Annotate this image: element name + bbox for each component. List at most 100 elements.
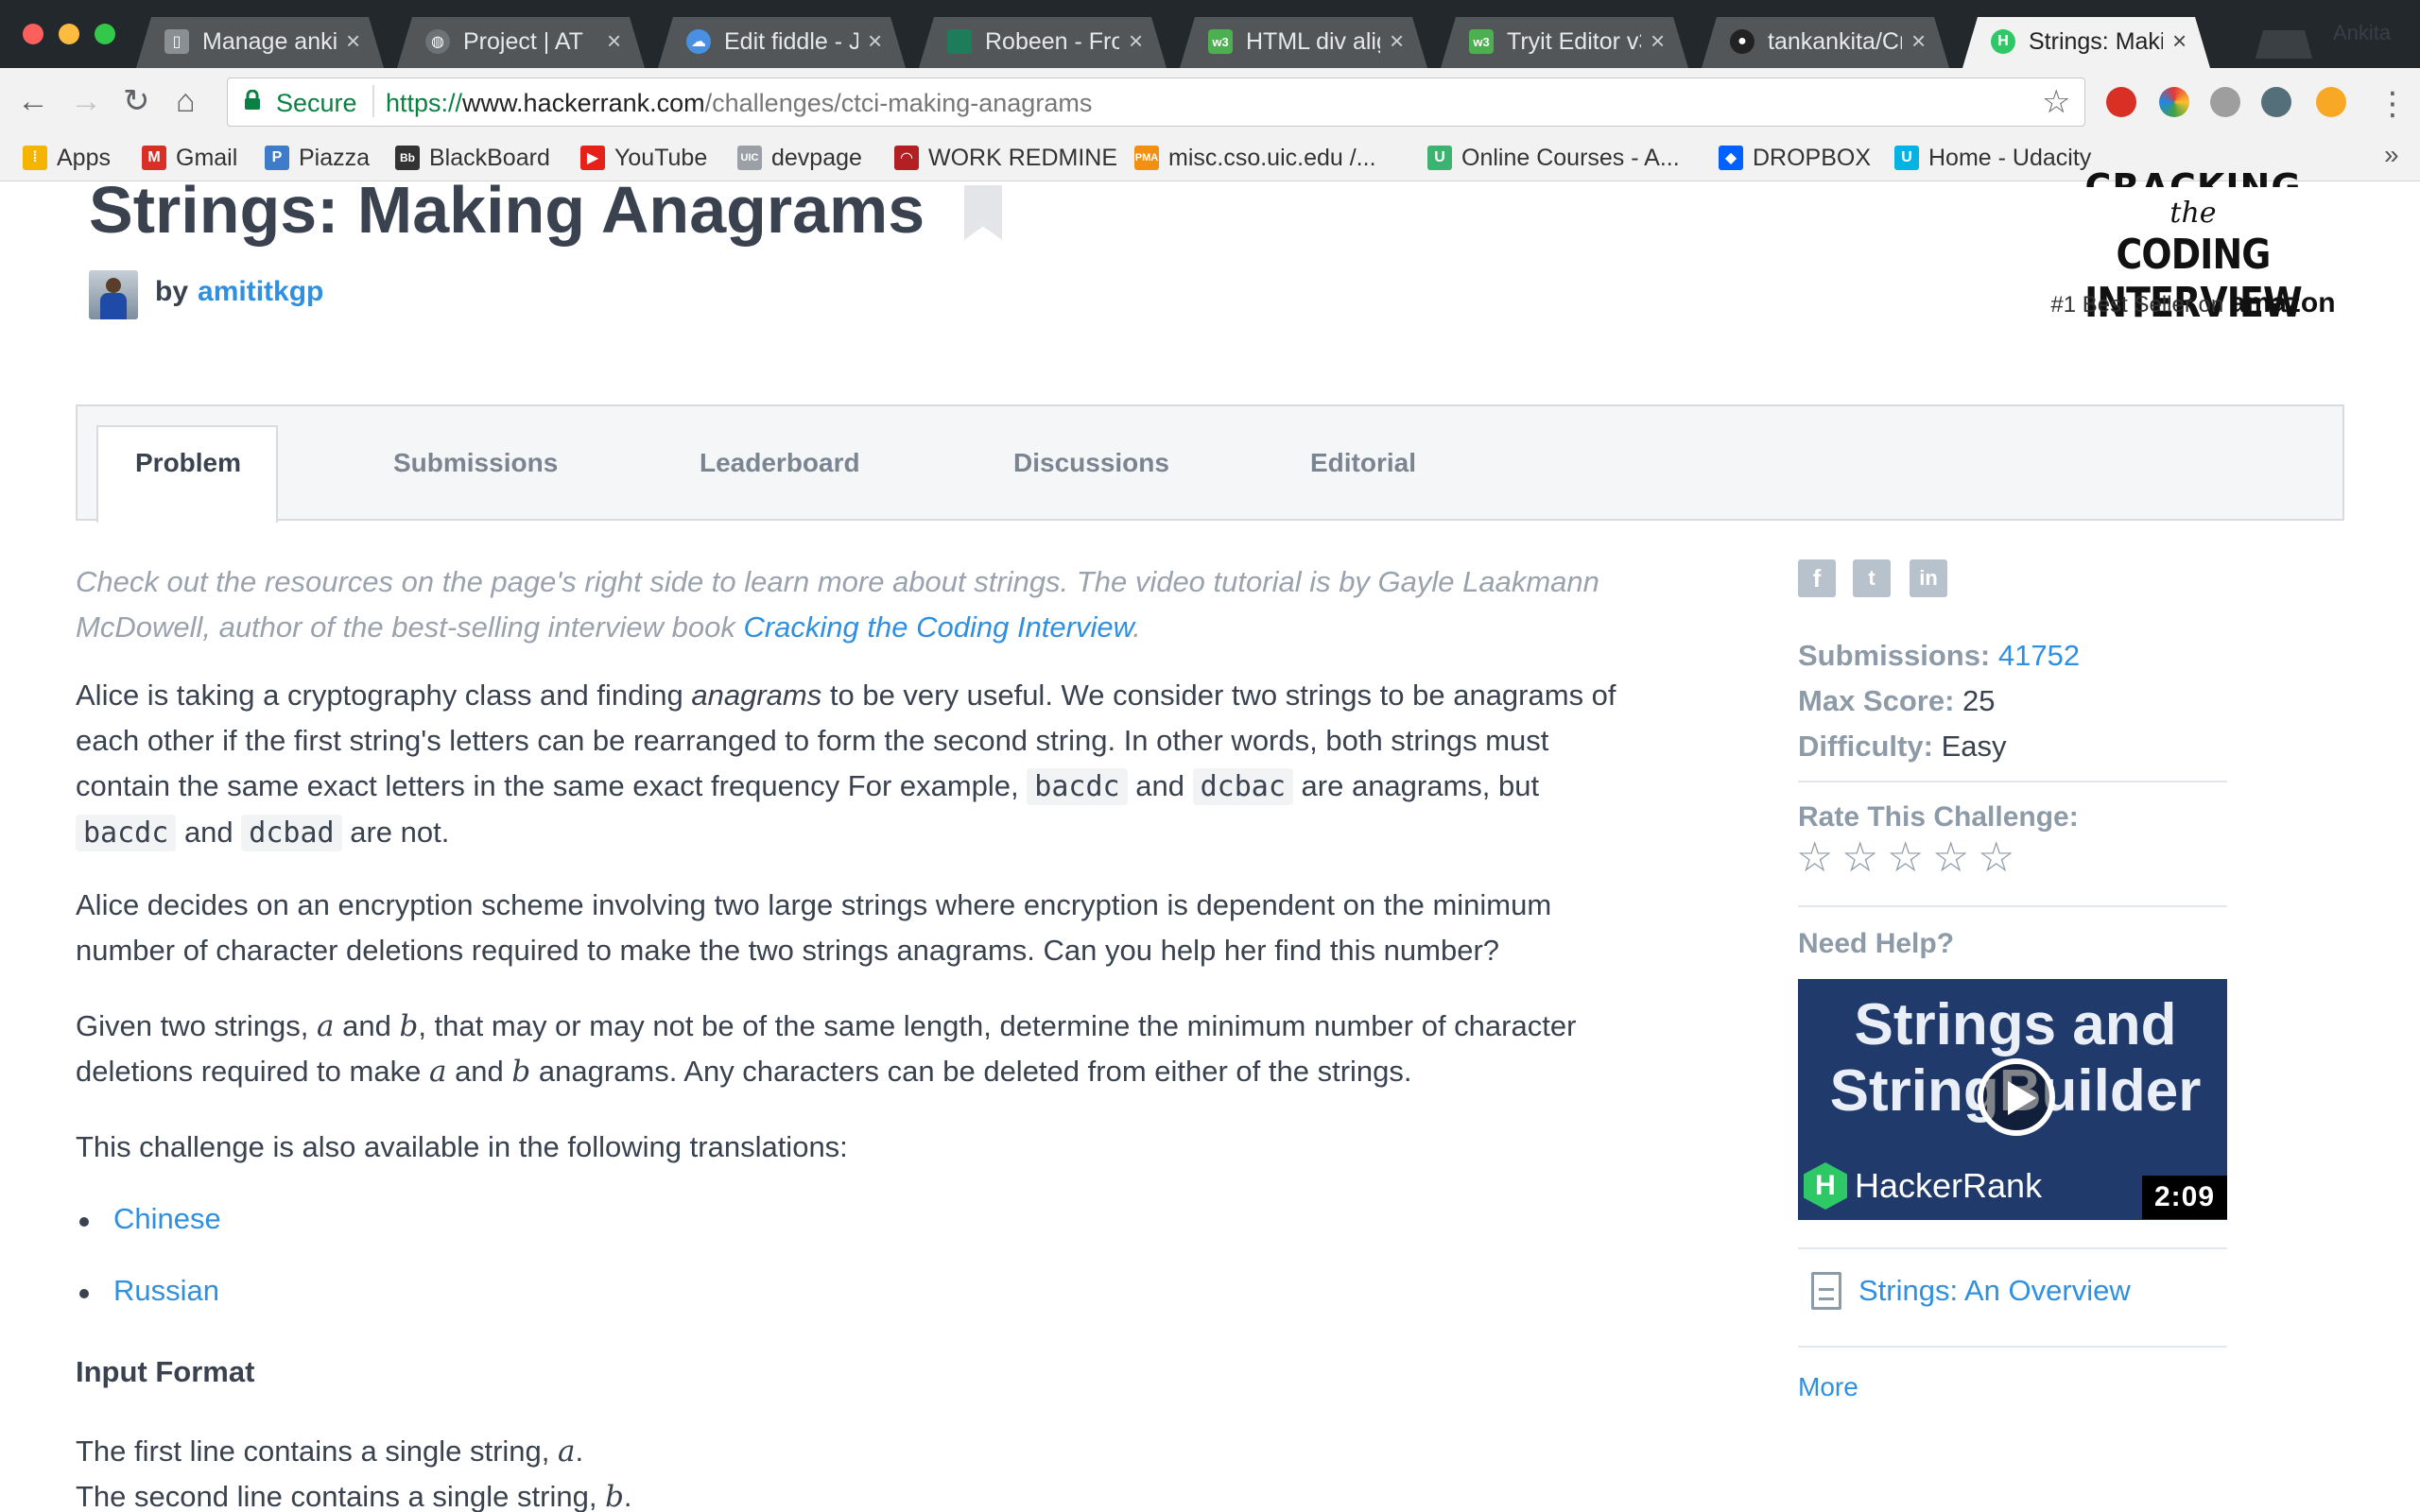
tab-title: Tryit Editor v3. xyxy=(1507,28,1641,55)
bookmark-online-courses[interactable]: U Online Courses - A... xyxy=(1427,142,1680,174)
need-help-heading: Need Help? xyxy=(1798,928,1955,959)
bookmark-devpage[interactable]: UIC devpage xyxy=(737,142,862,174)
bookmark-label: Piazza xyxy=(299,144,371,171)
reload-icon[interactable]: ↻ xyxy=(123,85,150,117)
close-icon[interactable]: × xyxy=(607,26,621,56)
w3-icon: w3 xyxy=(1469,29,1494,54)
tab-discussions[interactable]: Discussions xyxy=(1013,448,1169,478)
linkedin-icon[interactable]: in xyxy=(1910,559,1947,597)
bookmark-youtube[interactable]: ▶ YouTube xyxy=(580,142,707,174)
max-score-stat: Max Score: 25 xyxy=(1798,684,1996,718)
text: Alice is taking a cryptography class and… xyxy=(76,679,683,712)
more-link[interactable]: More xyxy=(1798,1372,1858,1402)
code-sample: dcbac xyxy=(1192,768,1293,805)
profile-name[interactable]: Ankita xyxy=(2333,21,2391,45)
color-extension-icon[interactable] xyxy=(2159,87,2189,117)
bookmark-label: Online Courses - A... xyxy=(1461,144,1680,171)
close-icon[interactable]: × xyxy=(1129,26,1143,56)
browser-tab-active[interactable]: H Strings: Making × xyxy=(1962,17,2210,68)
bookmark-redmine[interactable]: ◠ WORK REDMINE xyxy=(894,142,1117,174)
new-tab-button[interactable] xyxy=(2256,30,2312,59)
close-icon[interactable]: × xyxy=(1651,26,1665,56)
list-bullet xyxy=(79,1289,89,1298)
close-icon[interactable]: × xyxy=(868,26,882,56)
back-arrow-icon[interactable]: ← xyxy=(17,85,49,117)
browser-menu-icon[interactable]: ⋮ xyxy=(2377,85,2409,123)
bookmark-misc-cso[interactable]: PMA misc.cso.uic.edu /... xyxy=(1134,142,1376,174)
window-close-button[interactable] xyxy=(23,24,43,44)
author-avatar[interactable] xyxy=(89,270,138,319)
play-icon[interactable] xyxy=(1978,1058,2055,1136)
problem-paragraph-2: Alice decides on an encryption scheme in… xyxy=(76,888,1552,967)
close-icon[interactable]: × xyxy=(1911,26,1926,56)
browser-tab[interactable]: w3 Tryit Editor v3. × xyxy=(1441,17,1688,68)
page-title: Strings: Making Anagrams xyxy=(89,173,925,247)
divider xyxy=(1798,781,2227,782)
tab-problem[interactable]: Problem xyxy=(135,448,241,478)
apps-grid-icon: ⁞ xyxy=(23,146,47,170)
url-host: www.hackerrank.com xyxy=(462,89,705,117)
ctci-ad-banner[interactable]: CRACKING the CODING INTERVIEW #1 Best Se… xyxy=(2032,166,2354,333)
redmine-icon: ◠ xyxy=(894,146,919,170)
tab-editorial[interactable]: Editorial xyxy=(1310,448,1416,478)
math-var-a: a xyxy=(428,1055,447,1089)
close-icon[interactable]: × xyxy=(2172,26,2187,56)
text: are not. xyxy=(350,816,450,849)
rating-star-icon[interactable]: ☆ xyxy=(1932,837,1969,879)
bookmark-star-icon[interactable]: ☆ xyxy=(2042,83,2070,121)
bookmark-dropbox[interactable]: ◆ DROPBOX xyxy=(1719,142,1871,174)
facebook-icon[interactable]: f xyxy=(1798,559,1836,597)
plant-extension-icon[interactable] xyxy=(2261,87,2291,117)
bookmark-ribbon-icon[interactable] xyxy=(964,185,1002,240)
text: anagrams. Any characters can be deleted … xyxy=(538,1055,1412,1088)
bookmark-apps[interactable]: ⁞ Apps xyxy=(23,142,111,174)
blackboard-icon: Bb xyxy=(395,146,420,170)
url-scheme: https:// xyxy=(386,89,463,117)
rating-star-icon[interactable]: ☆ xyxy=(1796,837,1833,879)
cloud-extension-icon[interactable] xyxy=(2210,87,2240,117)
rating-star-icon[interactable]: ☆ xyxy=(1978,837,2014,879)
piazza-icon: P xyxy=(265,146,289,170)
window-minimize-button[interactable] xyxy=(59,24,79,44)
stat-label: Difficulty: xyxy=(1798,730,1933,763)
browser-tab[interactable]: ● tankankita/Cra × xyxy=(1702,17,1949,68)
bookmarks-overflow-icon[interactable]: » xyxy=(2384,140,2399,170)
bookmark-blackboard[interactable]: Bb BlackBoard xyxy=(395,142,550,174)
problem-paragraph-1: Alice is taking a cryptography class and… xyxy=(76,673,1645,856)
tab-leaderboard[interactable]: Leaderboard xyxy=(700,448,860,478)
bookmark-piazza[interactable]: P Piazza xyxy=(265,142,370,174)
translation-link-chinese[interactable]: Chinese xyxy=(113,1202,221,1236)
difficulty-stat: Difficulty: Easy xyxy=(1798,730,2006,764)
adblock-extension-icon[interactable] xyxy=(2106,87,2136,117)
video-brand: HackerRank xyxy=(1855,1166,2043,1205)
twitter-icon[interactable]: t xyxy=(1853,559,1891,597)
close-icon[interactable]: × xyxy=(346,26,360,56)
window-maximize-button[interactable] xyxy=(95,24,115,44)
strings-overview-link[interactable]: Strings: An Overview xyxy=(1858,1274,2131,1308)
author-link[interactable]: amititkgp xyxy=(198,276,323,307)
home-icon[interactable]: ⌂ xyxy=(176,85,196,117)
ad-bestseller-line: #1 Best Seller on amazon xyxy=(2032,287,2354,319)
document-icon: ▯ xyxy=(164,29,189,54)
submissions-count-link[interactable]: 41752 xyxy=(1998,639,2080,672)
browser-tab[interactable]: w3 HTML div align × xyxy=(1180,17,1427,68)
star-extension-icon[interactable] xyxy=(2316,87,2346,117)
hackerrank-icon: H xyxy=(1991,29,2015,54)
divider xyxy=(1798,905,2227,907)
browser-tab[interactable]: ◍ Project | AT × xyxy=(397,17,645,68)
browser-tab[interactable]: Robeen - Front × xyxy=(919,17,1167,68)
url-text[interactable]: https://www.hackerrank.com/challenges/ct… xyxy=(386,89,1092,118)
ctci-book-link[interactable]: Cracking the Coding Interview xyxy=(743,610,1132,644)
browser-tab[interactable]: ▯ Manage ankita × xyxy=(136,17,384,68)
math-var-b: b xyxy=(511,1055,531,1089)
stat-label: Max Score: xyxy=(1798,684,1955,717)
browser-tab[interactable]: ☁ Edit fiddle - JS × xyxy=(658,17,906,68)
cloud-icon: ☁ xyxy=(686,29,711,54)
close-icon[interactable]: × xyxy=(1390,26,1404,56)
tab-submissions[interactable]: Submissions xyxy=(393,448,558,478)
rating-star-icon[interactable]: ☆ xyxy=(1841,837,1878,879)
forward-arrow-icon[interactable]: → xyxy=(70,85,102,117)
rating-star-icon[interactable]: ☆ xyxy=(1887,837,1924,879)
bookmark-gmail[interactable]: M Gmail xyxy=(142,142,237,174)
translation-link-russian[interactable]: Russian xyxy=(113,1274,219,1308)
